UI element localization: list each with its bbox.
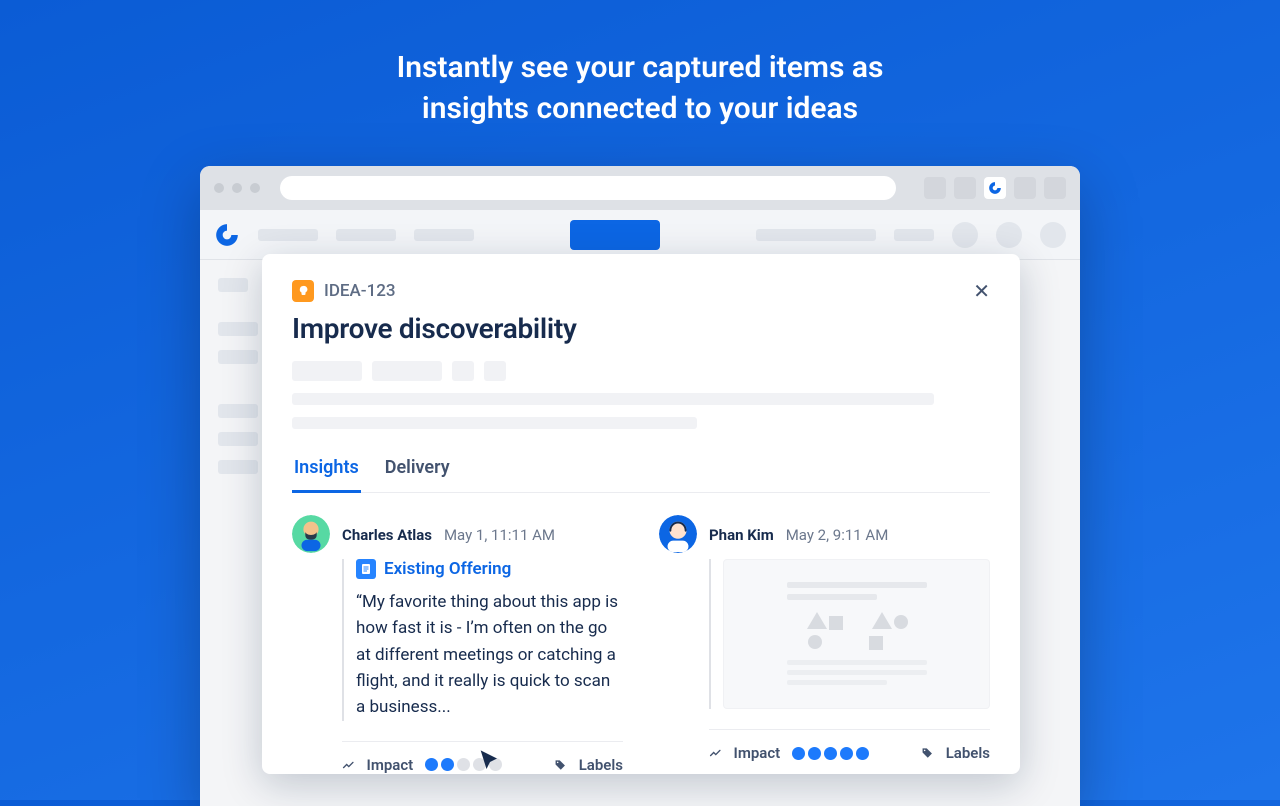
nav-placeholder [756,229,876,241]
labels-label[interactable]: Labels [946,744,990,762]
idea-type-icon [292,280,314,302]
avatar-placeholder [1040,222,1066,248]
insight-card: Phan Kim May 2, 9:11 AM [659,515,990,774]
tab-delivery[interactable]: Delivery [383,457,452,492]
google-doc-icon [356,559,376,579]
extension-placeholder [1014,177,1036,199]
traffic-light-dot [214,183,224,193]
nav-placeholder [894,229,934,241]
insight-author: Phan Kim [709,526,774,544]
nav-active-tab[interactable] [570,220,660,250]
meta-placeholder [372,361,442,381]
jpd-extension-icon[interactable] [984,177,1006,199]
extension-placeholder [954,177,976,199]
impact-score[interactable] [792,747,869,760]
nav-placeholder [258,229,318,241]
impact-label: Impact [734,744,781,762]
avatar [292,515,330,553]
avatar-placeholder [996,222,1022,248]
hero-headline: Instantly see your captured items as ins… [0,0,1280,129]
avatar-placeholder [952,222,978,248]
idea-key[interactable]: IDEA-123 [324,281,396,301]
meta-placeholder [292,361,362,381]
traffic-light-dot [250,183,260,193]
product-logo-icon [214,222,240,248]
tab-bar: Insights Delivery [292,457,990,493]
url-bar[interactable] [280,176,896,200]
trend-icon [342,757,355,773]
trend-icon [709,745,722,761]
attached-doc-link[interactable]: Existing Offering [356,559,623,579]
meta-placeholder [452,361,474,381]
extension-placeholder [1044,177,1066,199]
doc-title: Existing Offering [384,559,511,579]
insight-timestamp: May 2, 9:11 AM [786,526,889,544]
idea-title: Improve discoverability [292,312,990,345]
app-topbar [200,210,1080,260]
browser-chrome [200,166,1080,210]
tag-icon [554,757,567,773]
insight-timestamp: May 1, 11:11 AM [444,526,555,544]
labels-label[interactable]: Labels [579,756,623,774]
tab-insights[interactable]: Insights [292,457,361,493]
traffic-light-dot [232,183,242,193]
browser-window: IDEA-123 ✕ Improve discoverability Insig… [200,166,1080,806]
insight-card: Charles Atlas May 1, 11:11 AM Existing O… [292,515,623,774]
nav-placeholder [336,229,396,241]
impact-label: Impact [367,756,414,774]
insight-author: Charles Atlas [342,526,432,544]
nav-placeholder [414,229,474,241]
tag-icon [921,745,934,761]
description-placeholder [292,417,697,429]
insight-quote: “My favorite thing about this app is how… [356,589,623,721]
close-icon[interactable]: ✕ [973,281,990,301]
avatar [659,515,697,553]
impact-score[interactable] [425,758,502,771]
description-placeholder [292,393,934,405]
meta-placeholder [484,361,506,381]
extension-placeholder [924,177,946,199]
idea-detail-modal: IDEA-123 ✕ Improve discoverability Insig… [262,254,1020,774]
workspace: IDEA-123 ✕ Improve discoverability Insig… [200,260,1080,806]
attachment-preview[interactable] [723,559,990,709]
